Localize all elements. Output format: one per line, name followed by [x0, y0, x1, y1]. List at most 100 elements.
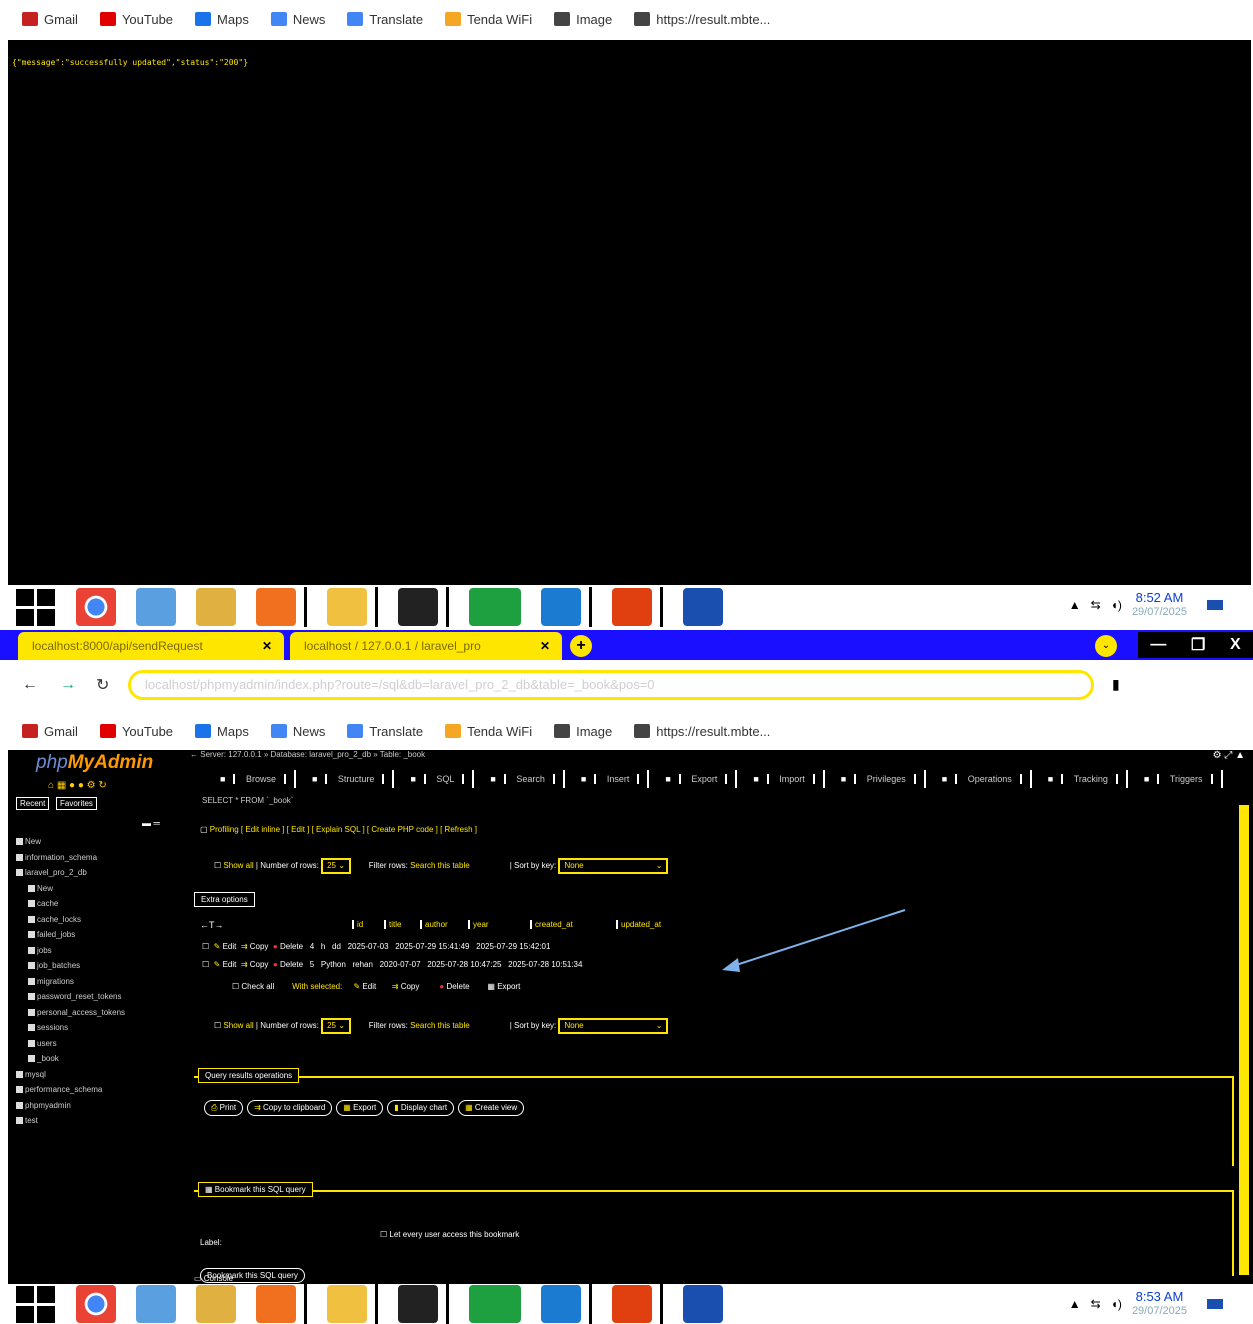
terminal-icon[interactable] [398, 588, 438, 626]
word-icon[interactable] [683, 1285, 723, 1323]
menu-operations[interactable]: ■ Operations [926, 770, 1032, 788]
monitor-icon[interactable] [136, 588, 176, 626]
menu-privileges[interactable]: ■ Privileges [825, 770, 926, 788]
bookmark-item[interactable]: Maps [195, 724, 249, 739]
row-checkbox[interactable]: ☐ [202, 960, 209, 969]
tree-item[interactable]: New [16, 881, 125, 897]
profiling-links[interactable]: ▢ Profiling [ Edit inline ] [ Edit ] [ E… [200, 825, 477, 834]
bookmark-item[interactable]: Tenda WiFi [445, 12, 532, 27]
chrome-icon[interactable] [76, 588, 116, 626]
console-button[interactable]: ▭ Console [194, 1274, 233, 1283]
menu-sql[interactable]: ■ SQL [394, 770, 475, 788]
menu-tracking[interactable]: ■ Tracking [1032, 770, 1128, 788]
network-icon[interactable]: ⇆ [1091, 1297, 1101, 1311]
vscode-icon[interactable] [541, 588, 581, 626]
row-edit[interactable]: Edit [223, 960, 237, 969]
bookmark-item[interactable]: YouTube [99, 12, 173, 27]
tree-item[interactable]: information_schema [16, 850, 125, 866]
row-checkbox[interactable]: ☐ [202, 942, 209, 951]
terminal-icon[interactable] [398, 1285, 438, 1323]
tree-item[interactable]: users [16, 1036, 125, 1052]
volume-icon[interactable]: ◖) [1111, 1297, 1122, 1311]
show-desktop[interactable] [1207, 600, 1223, 610]
chrome-icon[interactable] [76, 1285, 116, 1323]
bookmark-item[interactable]: YouTube [99, 724, 173, 739]
qro-button[interactable]: ⇉ Copy to clipboard [247, 1100, 333, 1116]
tree-item[interactable]: performance_schema [16, 1082, 125, 1098]
tree-item[interactable]: laravel_pro_2_db [16, 865, 125, 881]
tree-item[interactable]: New [16, 834, 125, 850]
clock[interactable]: 8:52 AM 29/07/2025 [1132, 591, 1187, 619]
close-window-icon[interactable]: X [1230, 636, 1241, 654]
column-header[interactable]: author [420, 920, 468, 929]
extension-icon[interactable]: ▮ [1112, 676, 1120, 693]
bulk-edit[interactable]: Edit [362, 982, 376, 991]
windows-start-icon[interactable] [16, 587, 56, 627]
column-arrows[interactable]: ←T→ [200, 920, 224, 930]
minimize-icon[interactable]: — [1150, 636, 1166, 654]
word-icon[interactable] [683, 588, 723, 626]
close-icon[interactable]: ✕ [540, 639, 550, 653]
bookmark-item[interactable]: Image [554, 12, 612, 27]
player-icon[interactable] [256, 588, 296, 626]
menu-export[interactable]: ■ Export [649, 770, 738, 788]
maximize-icon[interactable]: ❐ [1191, 635, 1205, 655]
close-icon[interactable]: ✕ [262, 639, 272, 653]
monitor-icon[interactable] [136, 1285, 176, 1323]
column-header[interactable]: title [384, 920, 420, 929]
office-icon[interactable] [612, 1285, 652, 1323]
tree-item[interactable]: password_reset_tokens [16, 989, 125, 1005]
chrome-active-icon[interactable] [469, 1285, 521, 1323]
favorites-button[interactable]: Favorites [56, 797, 97, 810]
qro-button[interactable]: ▮ Display chart [387, 1100, 455, 1116]
bookmark-item[interactable]: Maps [195, 12, 249, 27]
tree-item[interactable]: migrations [16, 974, 125, 990]
bookmark-item[interactable]: https://result.mbte... [634, 12, 770, 27]
forward-icon[interactable]: → [60, 676, 76, 694]
tree-item[interactable]: personal_access_tokens [16, 1005, 125, 1021]
bookmark-item[interactable]: Tenda WiFi [445, 724, 532, 739]
tree-item[interactable]: phpmyadmin [16, 1098, 125, 1114]
paint-icon[interactable] [196, 588, 236, 626]
qro-button[interactable]: ▦ Export [336, 1100, 384, 1116]
chrome-active-icon[interactable] [469, 588, 521, 626]
volume-icon[interactable]: ◖) [1111, 598, 1122, 612]
tab-api[interactable]: localhost:8000/api/sendRequest ✕ [18, 632, 284, 660]
bookmark-item[interactable]: Image [554, 724, 612, 739]
nav-icons[interactable]: ⌂ ▦ ● ● ⚙ ↻ [48, 780, 107, 791]
bulk-copy[interactable]: Copy [401, 982, 420, 991]
menu-browse[interactable]: ■ Browse [204, 770, 296, 788]
tree-item[interactable]: _book [16, 1051, 125, 1067]
bulk-delete[interactable]: Delete [446, 982, 469, 991]
network-icon[interactable]: ⇆ [1091, 598, 1101, 612]
tree-item[interactable]: cache_locks [16, 912, 125, 928]
office-icon[interactable] [612, 588, 652, 626]
paint-icon[interactable] [196, 1285, 236, 1323]
menu-import[interactable]: ■ Import [737, 770, 825, 788]
row-edit[interactable]: Edit [223, 942, 237, 951]
menu-insert[interactable]: ■ Insert [565, 770, 650, 788]
bulk-export[interactable]: Export [497, 982, 520, 991]
url-input[interactable]: localhost/phpmyadmin/index.php?route=/sq… [128, 670, 1094, 700]
tree-item[interactable]: sessions [16, 1020, 125, 1036]
tab-phpmyadmin[interactable]: localhost / 127.0.0.1 / laravel_pro ✕ [290, 632, 562, 660]
row-delete[interactable]: Delete [280, 960, 303, 969]
bookmark-item[interactable]: Translate [347, 724, 423, 739]
tray-up-icon[interactable]: ▲ [1069, 1297, 1081, 1311]
column-header[interactable]: updated_at [616, 920, 710, 929]
settings-icon[interactable]: ⚙ ⤢ ▲ [1213, 750, 1245, 761]
folder-icon[interactable] [327, 588, 367, 626]
scrollbar[interactable] [1239, 805, 1249, 1275]
bookmark-item[interactable]: News [270, 12, 325, 27]
sort-select[interactable]: None ⌄ [558, 858, 669, 874]
windows-start-icon[interactable] [16, 1284, 56, 1324]
menu-search[interactable]: ■ Search [474, 770, 565, 788]
qro-button[interactable]: ▦ Create view [458, 1100, 525, 1116]
tab-search-icon[interactable]: ⌄ [1095, 635, 1117, 657]
back-icon[interactable]: ← [22, 676, 38, 694]
qro-button[interactable]: ⎙ Print [204, 1100, 244, 1116]
row-copy[interactable]: Copy [250, 960, 269, 969]
row-copy[interactable]: Copy [250, 942, 269, 951]
tree-item[interactable]: failed_jobs [16, 927, 125, 943]
tree-item[interactable]: test [16, 1113, 125, 1129]
